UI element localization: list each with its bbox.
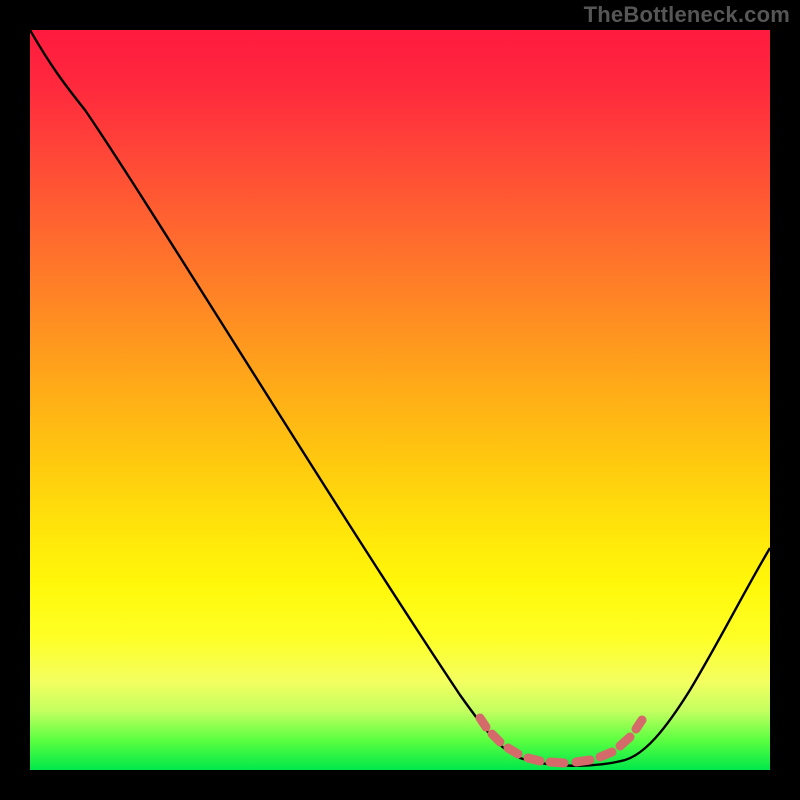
chart-frame: TheBottleneck.com xyxy=(0,0,800,800)
bottleneck-curve xyxy=(30,30,770,766)
bottleneck-curve-svg xyxy=(30,30,770,770)
optimal-flat-marker xyxy=(480,718,642,763)
watermark-text: TheBottleneck.com xyxy=(584,2,790,28)
